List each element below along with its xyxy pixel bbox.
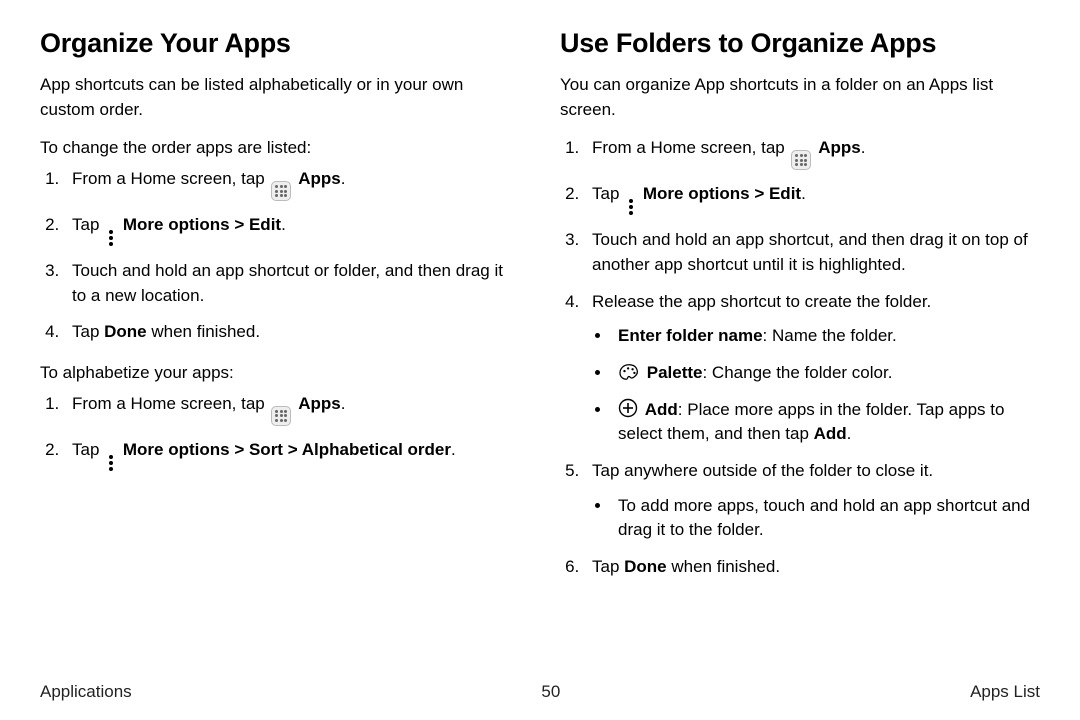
step-3: Touch and hold an app shortcut, and then…: [584, 228, 1040, 277]
subhead-alphabetize: To alphabetize your apps:: [40, 361, 520, 386]
step-4: Release the app shortcut to create the f…: [584, 290, 1040, 447]
apps-icon: [271, 181, 291, 201]
right-column: Use Folders to Organize Apps You can org…: [560, 24, 1040, 676]
text: Tap: [592, 184, 624, 203]
text: Tap anywhere outside of the folder to cl…: [592, 461, 933, 480]
bullet-add: Add: Place more apps in the folder. Tap …: [612, 398, 1040, 447]
more-options-icon: [106, 454, 116, 472]
sort-label: Sort: [249, 440, 283, 459]
step-3: Touch and hold an app shortcut or folder…: [64, 259, 520, 308]
sublist: Enter folder name: Name the folder. Pale…: [592, 324, 1040, 447]
step-5: Tap anywhere outside of the folder to cl…: [584, 459, 1040, 543]
step-a1: From a Home screen, tap Apps.: [64, 392, 520, 426]
footer: Applications 50 Apps List: [40, 676, 1040, 702]
more-options-icon: [626, 198, 636, 216]
bullet-add-more: To add more apps, touch and hold an app …: [612, 494, 1040, 543]
text: Tap: [592, 557, 624, 576]
step-1: From a Home screen, tap Apps.: [584, 136, 1040, 170]
page: Organize Your Apps App shortcuts can be …: [0, 0, 1080, 720]
sep: >: [230, 440, 249, 459]
more-options-icon: [106, 229, 116, 247]
heading-organize: Organize Your Apps: [40, 24, 520, 63]
content-columns: Organize Your Apps App shortcuts can be …: [40, 24, 1040, 676]
text: .: [861, 138, 866, 157]
text: From a Home screen, tap: [592, 138, 789, 157]
ordered-list-folders: From a Home screen, tap Apps. Tap More o…: [560, 136, 1040, 579]
sep: >: [283, 440, 302, 459]
text: .: [341, 169, 346, 188]
add-label: Add: [814, 424, 847, 443]
step-6: Tap Done when finished.: [584, 555, 1040, 580]
done-label: Done: [104, 322, 147, 341]
step-2: Tap More options > Edit.: [584, 182, 1040, 216]
text: when finished.: [147, 322, 260, 341]
text: Tap: [72, 215, 104, 234]
bullet-enter-name: Enter folder name: Name the folder.: [612, 324, 1040, 349]
palette-icon: [618, 363, 640, 381]
text: Tap: [72, 440, 104, 459]
text: : Change the folder color.: [702, 363, 892, 382]
apps-label: Apps: [818, 138, 861, 157]
more-options-label: More options: [123, 215, 230, 234]
more-options-label: More options: [643, 184, 750, 203]
ordered-list-change: From a Home screen, tap Apps. Tap More o…: [40, 167, 520, 345]
text: Release the app shortcut to create the f…: [592, 292, 931, 311]
text: .: [847, 424, 852, 443]
text: : Name the folder.: [763, 326, 897, 345]
step-1: From a Home screen, tap Apps.: [64, 167, 520, 201]
apps-icon: [271, 406, 291, 426]
edit-label: Edit: [249, 215, 281, 234]
sublist: To add more apps, touch and hold an app …: [592, 494, 1040, 543]
apps-icon: [791, 150, 811, 170]
page-number: 50: [541, 682, 560, 702]
apps-label: Apps: [298, 169, 341, 188]
ordered-list-alpha: From a Home screen, tap Apps. Tap More o…: [40, 392, 520, 472]
label: Add: [645, 400, 678, 419]
edit-label: Edit: [769, 184, 801, 203]
sep: >: [750, 184, 769, 203]
step-a2: Tap More options > Sort > Alphabetical o…: [64, 438, 520, 472]
left-column: Organize Your Apps App shortcuts can be …: [40, 24, 520, 676]
intro-text: You can organize App shortcuts in a fold…: [560, 73, 1040, 122]
footer-right: Apps List: [970, 682, 1040, 702]
text: Tap: [72, 322, 104, 341]
add-icon: [618, 398, 638, 418]
alpha-label: Alphabetical order: [302, 440, 451, 459]
text: .: [281, 215, 286, 234]
subhead-change-order: To change the order apps are listed:: [40, 136, 520, 161]
text: when finished.: [667, 557, 780, 576]
intro-text: App shortcuts can be listed alphabetical…: [40, 73, 520, 122]
text: .: [341, 394, 346, 413]
text: From a Home screen, tap: [72, 169, 269, 188]
done-label: Done: [624, 557, 667, 576]
more-options-label: More options: [123, 440, 230, 459]
step-4: Tap Done when finished.: [64, 320, 520, 345]
text: From a Home screen, tap: [72, 394, 269, 413]
label: Enter folder name: [618, 326, 763, 345]
bullet-palette: Palette: Change the folder color.: [612, 361, 1040, 386]
footer-left: Applications: [40, 682, 132, 702]
step-2: Tap More options > Edit.: [64, 213, 520, 247]
sep: >: [230, 215, 249, 234]
text: .: [801, 184, 806, 203]
text: .: [451, 440, 456, 459]
label: Palette: [647, 363, 703, 382]
heading-folders: Use Folders to Organize Apps: [560, 24, 1040, 63]
apps-label: Apps: [298, 394, 341, 413]
